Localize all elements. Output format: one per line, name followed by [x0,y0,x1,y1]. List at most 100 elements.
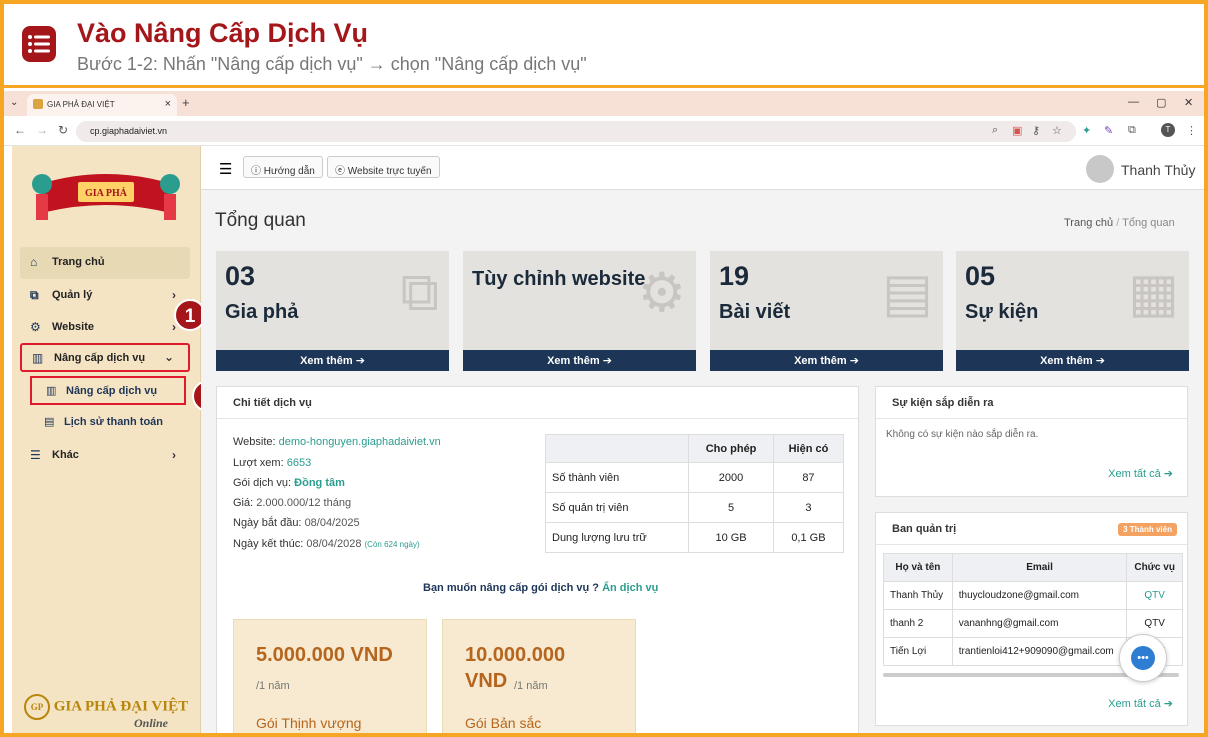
sidebar-subitem-label: Lịch sử thanh toán [64,416,164,428]
browser-menu-icon[interactable]: ⋮ [1186,124,1197,137]
chart-icon: ▥ [46,385,57,397]
puzzle-icon[interactable]: ⧉ [1128,124,1136,137]
start-value: 08/04/2025 [304,517,360,529]
website-button[interactable]: ⓔ Website trực tuyến [327,156,440,178]
plan-card[interactable]: 5.000.000 VND /1 năm Gói Thịnh vượng [233,619,427,733]
extension-icon[interactable]: ✦ [1082,124,1091,137]
stat-card-family-tree: ⧉ 03 Gia phả Xem thêm ➔ [216,251,449,371]
list-icon [22,26,56,62]
guide-button-label: Hướng dẫn [263,166,315,177]
sidebar-item-label: Nâng cấp dịch vụ [54,352,146,364]
bookmark-star-icon[interactable]: ☆ [1052,124,1062,137]
table-header [544,434,690,463]
chart-icon: ▥ [32,351,44,365]
favicon-icon [33,99,43,109]
sidebar-item-other[interactable]: ☰ Khác › [20,440,190,472]
table-header: Cho phép [688,434,774,463]
plan-amount: 5.000.000 VND [256,644,393,666]
see-more-button[interactable]: Xem thêm ➔ [216,350,449,371]
views-label: Lượt xem: [233,457,284,469]
plan-card[interactable]: 10.000.000 VND /1 năm Gói Bản sắc [442,619,636,733]
url-field[interactable]: cp.giaphadaiviet.vn [76,121,1076,142]
browser-tab-bar: ⌄ GIA PHẢ ĐẠI VIỆT × + — ▢ ✕ [4,91,1204,116]
panel-title: Chi tiết dịch vụ [217,387,858,419]
close-tab-icon[interactable]: × [165,98,171,110]
package-label: Gói dịch vụ: [233,477,292,489]
table-cell: Thanh Thủy [883,581,953,610]
address-bar-row: ← → ↻ cp.giaphadaiviet.vn ⌕ ▣ ⚷ ☆ ✦ ✎ ⧉ … [4,116,1204,146]
see-more-button[interactable]: Xem thêm ➔ [956,350,1189,371]
forward-icon[interactable]: → [36,123,48,137]
maximize-icon[interactable]: ▢ [1156,96,1166,109]
table-row: Dung lượng lưu trữ 10 GB 0,1 GB [544,522,845,553]
price-label: Giá: [233,497,254,509]
sidebar-item-label: Website [52,321,94,333]
table-row: Thanh Thủy thuycloudzone@gmail.com QTV [883,581,1183,610]
home-icon: ⌂ [30,255,38,269]
minimize-icon[interactable]: — [1128,96,1139,108]
plan-name: Gói Thịnh vượng [256,715,362,731]
see-more-button[interactable]: Xem thêm ➔ [463,350,696,371]
table-cell: vananhng@gmail.com [951,609,1128,638]
newspaper-icon: ▤ [881,263,933,323]
sidebar-item-upgrade[interactable]: ▥ Nâng cấp dịch vụ ⌄ [20,343,190,372]
table-header: Email [951,553,1128,582]
table-cell: trantienloi412+909090@gmail.com [951,637,1128,666]
tab-menu-icon[interactable]: ⌄ [10,97,18,108]
sidebar-subitem-upgrade[interactable]: ▥ Nâng cấp dịch vụ [30,376,186,405]
stat-card-customize: ⚙ Tùy chỉnh website Xem thêm ➔ [463,251,696,371]
start-label: Ngày bắt đầu: [233,517,302,529]
table-cell: 3 [772,492,845,523]
browser-tab[interactable]: GIA PHẢ ĐẠI VIỆT × [27,94,177,116]
sidebar-item-label: Quản lý [52,289,93,301]
back-icon[interactable]: ← [14,123,26,137]
website-value[interactable]: demo-honguyen.giaphadaiviet.vn [279,436,441,448]
package-row: Gói dịch vụ: Đồng tâm [233,477,345,489]
end-value: 08/04/2028 [306,538,362,550]
hamburger-icon[interactable]: ☰ [219,160,232,178]
start-row: Ngày bắt đầu: 08/04/2025 [233,517,360,529]
support-chat-button[interactable]: ••• [1119,634,1167,682]
sidebar-subitem-payment-history[interactable]: ▤ Lịch sử thanh toán [30,409,186,437]
see-more-button[interactable]: Xem thêm ➔ [710,350,943,371]
hide-service-link[interactable]: Ẩn dịch vụ [602,582,658,594]
close-window-icon[interactable]: ✕ [1184,96,1193,109]
see-all-link[interactable]: Xem tất cả ➔ [1108,697,1173,710]
guide-button[interactable]: ⓘ Hướng dẫn [243,156,323,178]
table-header: Họ và tên [883,553,953,582]
new-tab-icon[interactable]: + [182,95,190,110]
sidebar-item-website[interactable]: ⚙ Website › [20,312,190,344]
table-cell: 2000 [688,462,774,493]
sidebar-item-manage[interactable]: ⧉ Quản lý › [20,280,190,312]
table-cell: 87 [772,462,845,493]
see-all-link[interactable]: Xem tất cả ➔ [1108,467,1173,480]
chevron-right-icon: › [172,448,176,462]
zoom-icon[interactable]: ⌕ [992,124,998,137]
reload-icon[interactable]: ↻ [58,123,68,137]
table-cell: QTV [1126,581,1183,610]
service-detail-panel: Chi tiết dịch vụ Website: demo-honguyen.… [216,386,859,733]
stat-card-events: ▦ 05 Sự kiện Xem thêm ➔ [956,251,1189,371]
table-cell: Số quản trị viên [544,492,690,523]
key-icon[interactable]: ⚷ [1032,124,1040,137]
price-value: 2.000.000/12 tháng [256,497,352,509]
end-row: Ngày kết thúc: 08/04/2028 (Còn 624 ngày) [233,538,420,550]
cast-icon[interactable]: ▣ [1012,124,1022,137]
pen-extension-icon[interactable]: ✎ [1104,124,1113,137]
user-avatar[interactable] [1086,155,1114,183]
plan-period: /1 năm [514,680,548,692]
upgrade-text: Bạn muốn nâng cấp gói dịch vụ ? [423,582,600,594]
table-header-row: Cho phép Hiện có [544,434,845,463]
breadcrumb-home[interactable]: Trang chủ [1064,217,1113,229]
profile-avatar[interactable]: T [1161,123,1175,137]
see-all-label: Xem tất cả [1108,698,1161,710]
footer-brand-sub: Online [134,716,169,730]
see-all-label: Xem tất cả [1108,468,1161,480]
admins-panel: Ban quản trị 3 Thành viên Họ và tên Emai… [875,512,1188,726]
table-cell: QTV [1126,609,1183,638]
top-navbar: ☰ ⓘ Hướng dẫn ⓔ Website trực tuyến Thanh… [201,146,1204,190]
sidebar-item-home[interactable]: ⌂ Trang chủ [20,247,190,279]
user-name[interactable]: Thanh Thủy [1121,162,1195,178]
svg-text:GIA PHẢ: GIA PHẢ [85,187,128,199]
see-more-label: Xem thêm [300,355,353,367]
